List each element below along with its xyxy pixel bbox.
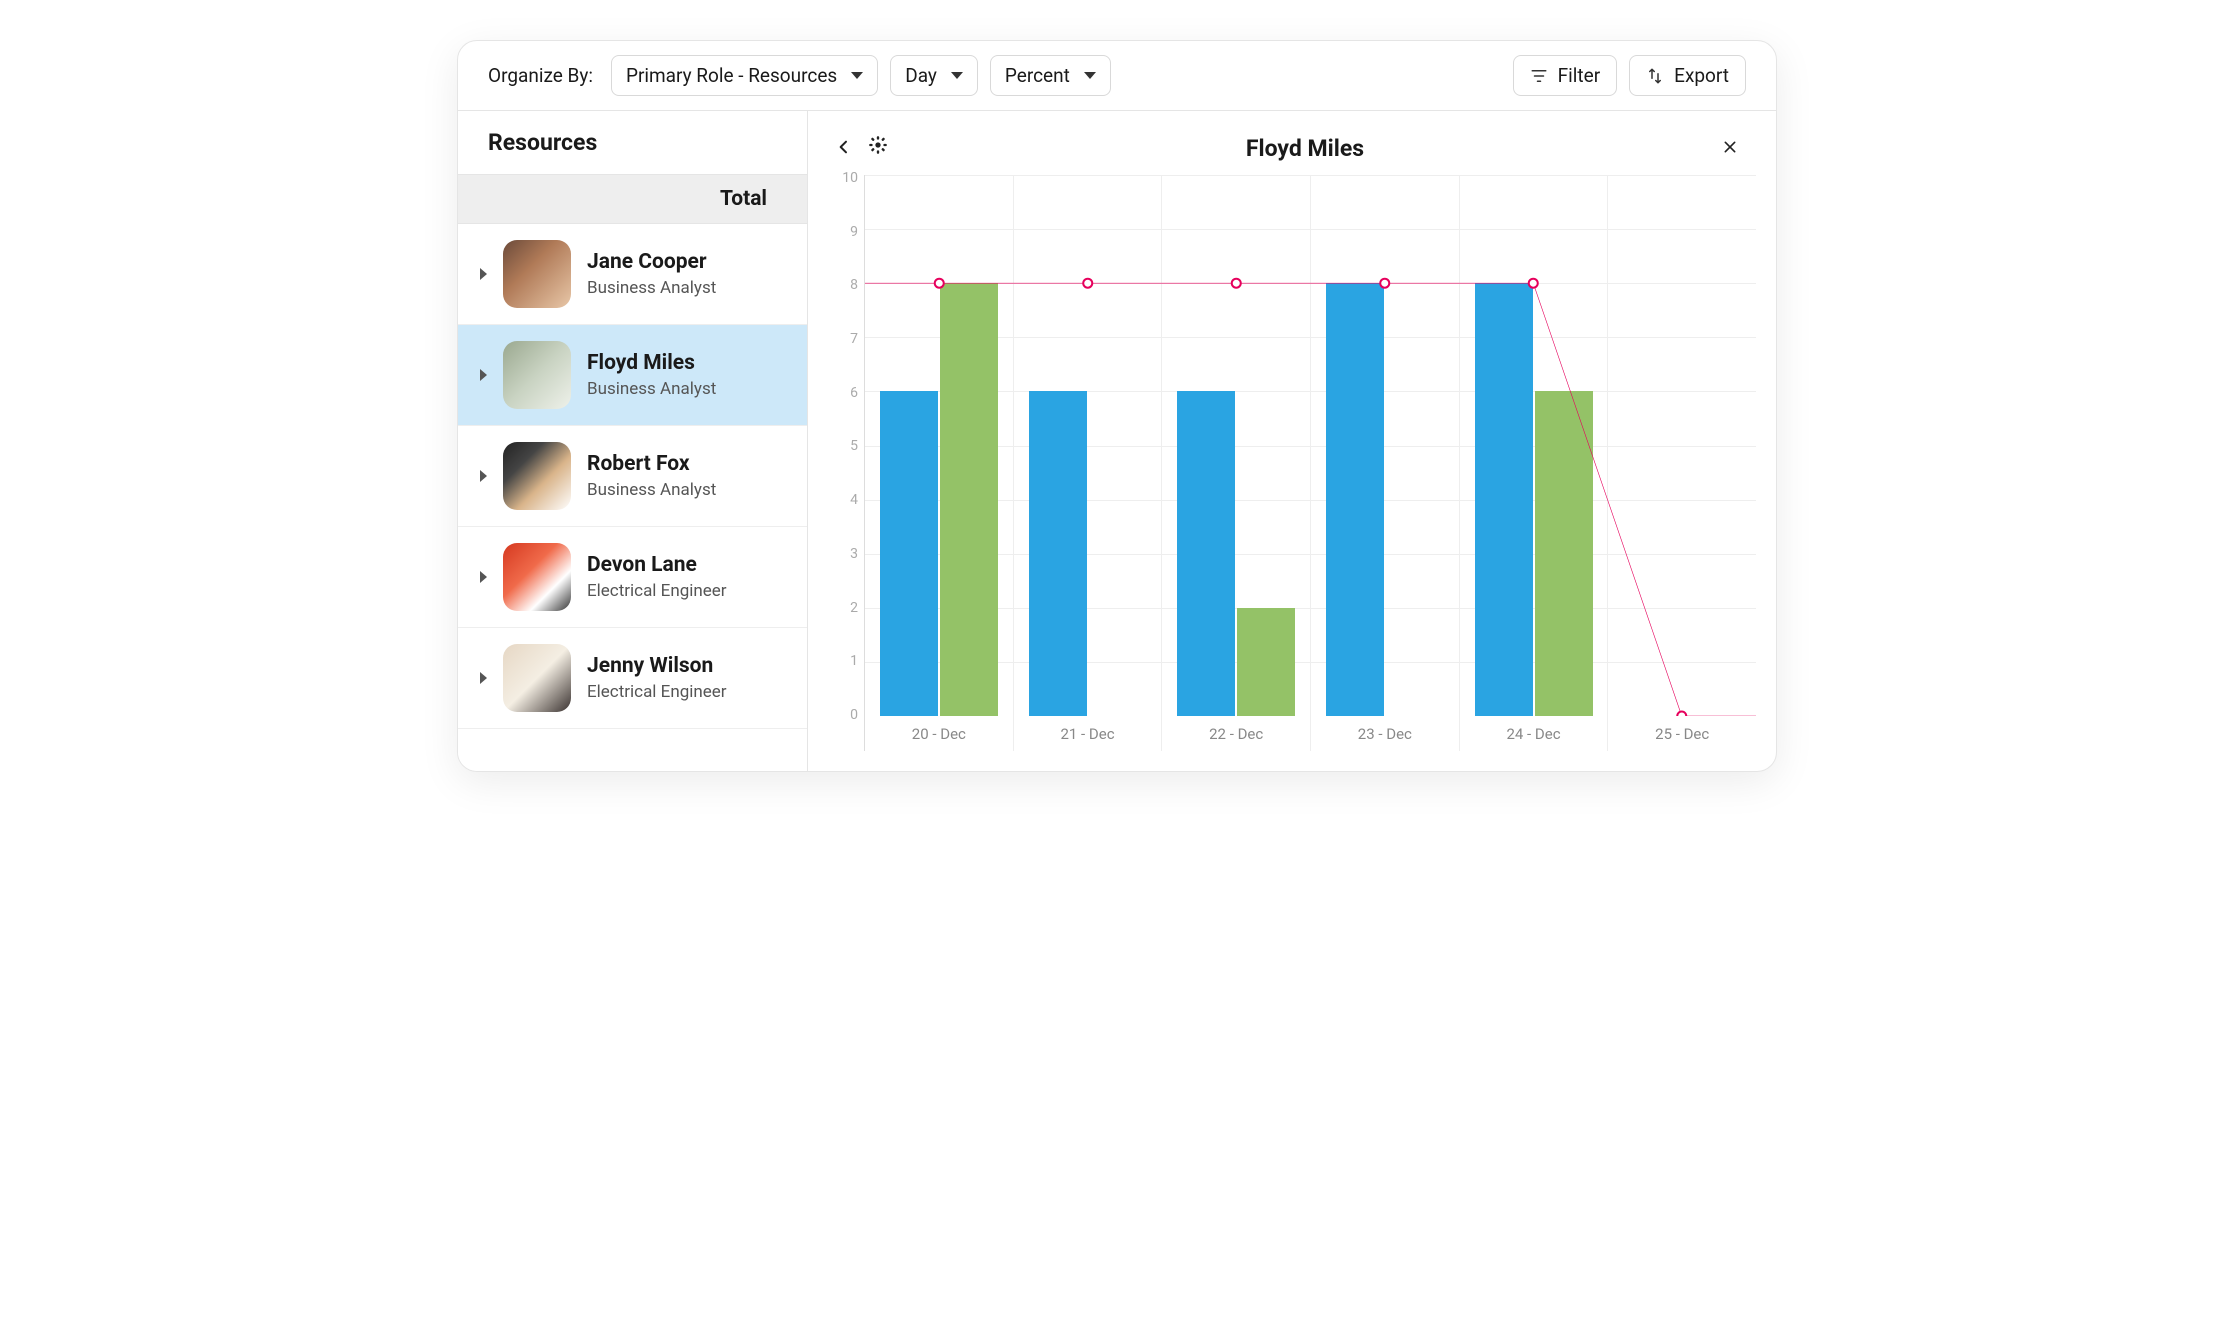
close-button[interactable] bbox=[1714, 132, 1746, 165]
resource-role: Electrical Engineer bbox=[587, 581, 727, 601]
settings-button[interactable] bbox=[860, 131, 896, 165]
resource-info: Jenny Wilson Electrical Engineer bbox=[587, 654, 727, 702]
x-tick: 24 - Dec bbox=[1506, 716, 1560, 751]
bar-series-a bbox=[880, 391, 938, 716]
organize-by-value: Primary Role - Resources bbox=[626, 64, 837, 87]
bar-group bbox=[1311, 175, 1459, 716]
chart-column: 22 - Dec bbox=[1162, 175, 1311, 751]
avatar bbox=[503, 543, 571, 611]
x-tick: 21 - Dec bbox=[1060, 716, 1114, 751]
resource-item[interactable]: Devon Lane Electrical Engineer bbox=[458, 527, 807, 628]
granularity-dropdown[interactable]: Day bbox=[890, 55, 978, 96]
bar-series-b bbox=[1535, 391, 1593, 716]
back-button[interactable] bbox=[828, 132, 860, 165]
resource-info: Devon Lane Electrical Engineer bbox=[587, 553, 727, 601]
expand-icon[interactable] bbox=[480, 268, 487, 280]
expand-icon[interactable] bbox=[480, 672, 487, 684]
x-tick: 23 - Dec bbox=[1358, 716, 1412, 751]
resource-item[interactable]: Jane Cooper Business Analyst bbox=[458, 224, 807, 325]
organize-by-dropdown[interactable]: Primary Role - Resources bbox=[611, 55, 878, 96]
gear-icon bbox=[868, 135, 888, 155]
export-icon bbox=[1646, 67, 1664, 85]
sidebar: Resources Total Jane Cooper Business Anal… bbox=[458, 111, 808, 771]
chart-column: 25 - Dec bbox=[1608, 175, 1756, 751]
columns: 20 - Dec 21 - Dec 22 - Dec 23 - Dec 24 - Dec… bbox=[865, 175, 1756, 751]
filter-button[interactable]: Filter bbox=[1513, 55, 1617, 96]
avatar bbox=[503, 644, 571, 712]
chevron-down-icon bbox=[851, 72, 863, 79]
bar-series-a bbox=[1177, 391, 1235, 716]
bar-series-a bbox=[1029, 391, 1087, 716]
chevron-down-icon bbox=[951, 72, 963, 79]
y-axis: 012345678910 bbox=[818, 175, 858, 751]
chart-area: 012345678910 20 - Dec 21 - Dec 22 - Dec 23 … bbox=[818, 175, 1756, 751]
resource-panel: Organize By: Primary Role - Resources Da… bbox=[457, 40, 1777, 772]
unit-dropdown[interactable]: Percent bbox=[990, 55, 1111, 96]
filter-icon bbox=[1530, 67, 1548, 85]
sidebar-total-header: Total bbox=[458, 174, 807, 224]
resource-role: Business Analyst bbox=[587, 278, 716, 298]
resource-item[interactable]: Floyd Miles Business Analyst bbox=[458, 325, 807, 426]
chart-column: 20 - Dec bbox=[865, 175, 1014, 751]
resource-role: Electrical Engineer bbox=[587, 682, 727, 702]
x-tick: 22 - Dec bbox=[1209, 716, 1263, 751]
expand-icon[interactable] bbox=[480, 369, 487, 381]
bar-group bbox=[1460, 175, 1608, 716]
x-tick: 25 - Dec bbox=[1655, 716, 1709, 751]
avatar bbox=[503, 442, 571, 510]
resource-name: Devon Lane bbox=[587, 553, 727, 577]
resource-info: Robert Fox Business Analyst bbox=[587, 452, 716, 500]
export-label: Export bbox=[1674, 64, 1729, 87]
resource-name: Jenny Wilson bbox=[587, 654, 727, 678]
close-icon bbox=[1722, 139, 1738, 155]
sidebar-title: Resources bbox=[458, 111, 807, 174]
chart-column: 23 - Dec bbox=[1311, 175, 1460, 751]
bar-group bbox=[1162, 175, 1310, 716]
x-tick: 20 - Dec bbox=[912, 716, 966, 751]
granularity-value: Day bbox=[905, 64, 937, 87]
resource-name: Jane Cooper bbox=[587, 250, 716, 274]
resource-list: Jane Cooper Business Analyst Floyd Miles Bu… bbox=[458, 224, 807, 729]
chart-column: 21 - Dec bbox=[1014, 175, 1163, 751]
export-button[interactable]: Export bbox=[1629, 55, 1746, 96]
resource-info: Floyd Miles Business Analyst bbox=[587, 351, 716, 399]
panel-body: Resources Total Jane Cooper Business Anal… bbox=[458, 111, 1776, 771]
chevron-left-icon bbox=[836, 139, 852, 155]
resource-role: Business Analyst bbox=[587, 480, 716, 500]
avatar bbox=[503, 240, 571, 308]
resource-item[interactable]: Jenny Wilson Electrical Engineer bbox=[458, 628, 807, 729]
chevron-down-icon bbox=[1084, 72, 1096, 79]
chart-header: Floyd Miles bbox=[818, 125, 1756, 175]
bar-series-b bbox=[940, 283, 998, 716]
organize-by-label: Organize By: bbox=[488, 64, 593, 87]
bar-group bbox=[1014, 175, 1162, 716]
chart-column: 24 - Dec bbox=[1460, 175, 1609, 751]
toolbar: Organize By: Primary Role - Resources Da… bbox=[458, 41, 1776, 111]
resource-info: Jane Cooper Business Analyst bbox=[587, 250, 716, 298]
resource-role: Business Analyst bbox=[587, 379, 716, 399]
resource-name: Floyd Miles bbox=[587, 351, 716, 375]
bar-series-a bbox=[1326, 283, 1384, 716]
plot-area: 20 - Dec 21 - Dec 22 - Dec 23 - Dec 24 - Dec… bbox=[864, 175, 1756, 751]
bar-group bbox=[1608, 175, 1756, 716]
bar-group bbox=[865, 175, 1013, 716]
chart-title: Floyd Miles bbox=[896, 135, 1714, 162]
bar-series-b bbox=[1237, 608, 1295, 716]
avatar bbox=[503, 341, 571, 409]
unit-value: Percent bbox=[1005, 64, 1070, 87]
resource-item[interactable]: Robert Fox Business Analyst bbox=[458, 426, 807, 527]
expand-icon[interactable] bbox=[480, 470, 487, 482]
resource-name: Robert Fox bbox=[587, 452, 716, 476]
bar-series-a bbox=[1475, 283, 1533, 716]
filter-label: Filter bbox=[1558, 64, 1600, 87]
chart-panel: Floyd Miles 012345678910 20 - Dec 21 - De… bbox=[808, 111, 1776, 771]
expand-icon[interactable] bbox=[480, 571, 487, 583]
